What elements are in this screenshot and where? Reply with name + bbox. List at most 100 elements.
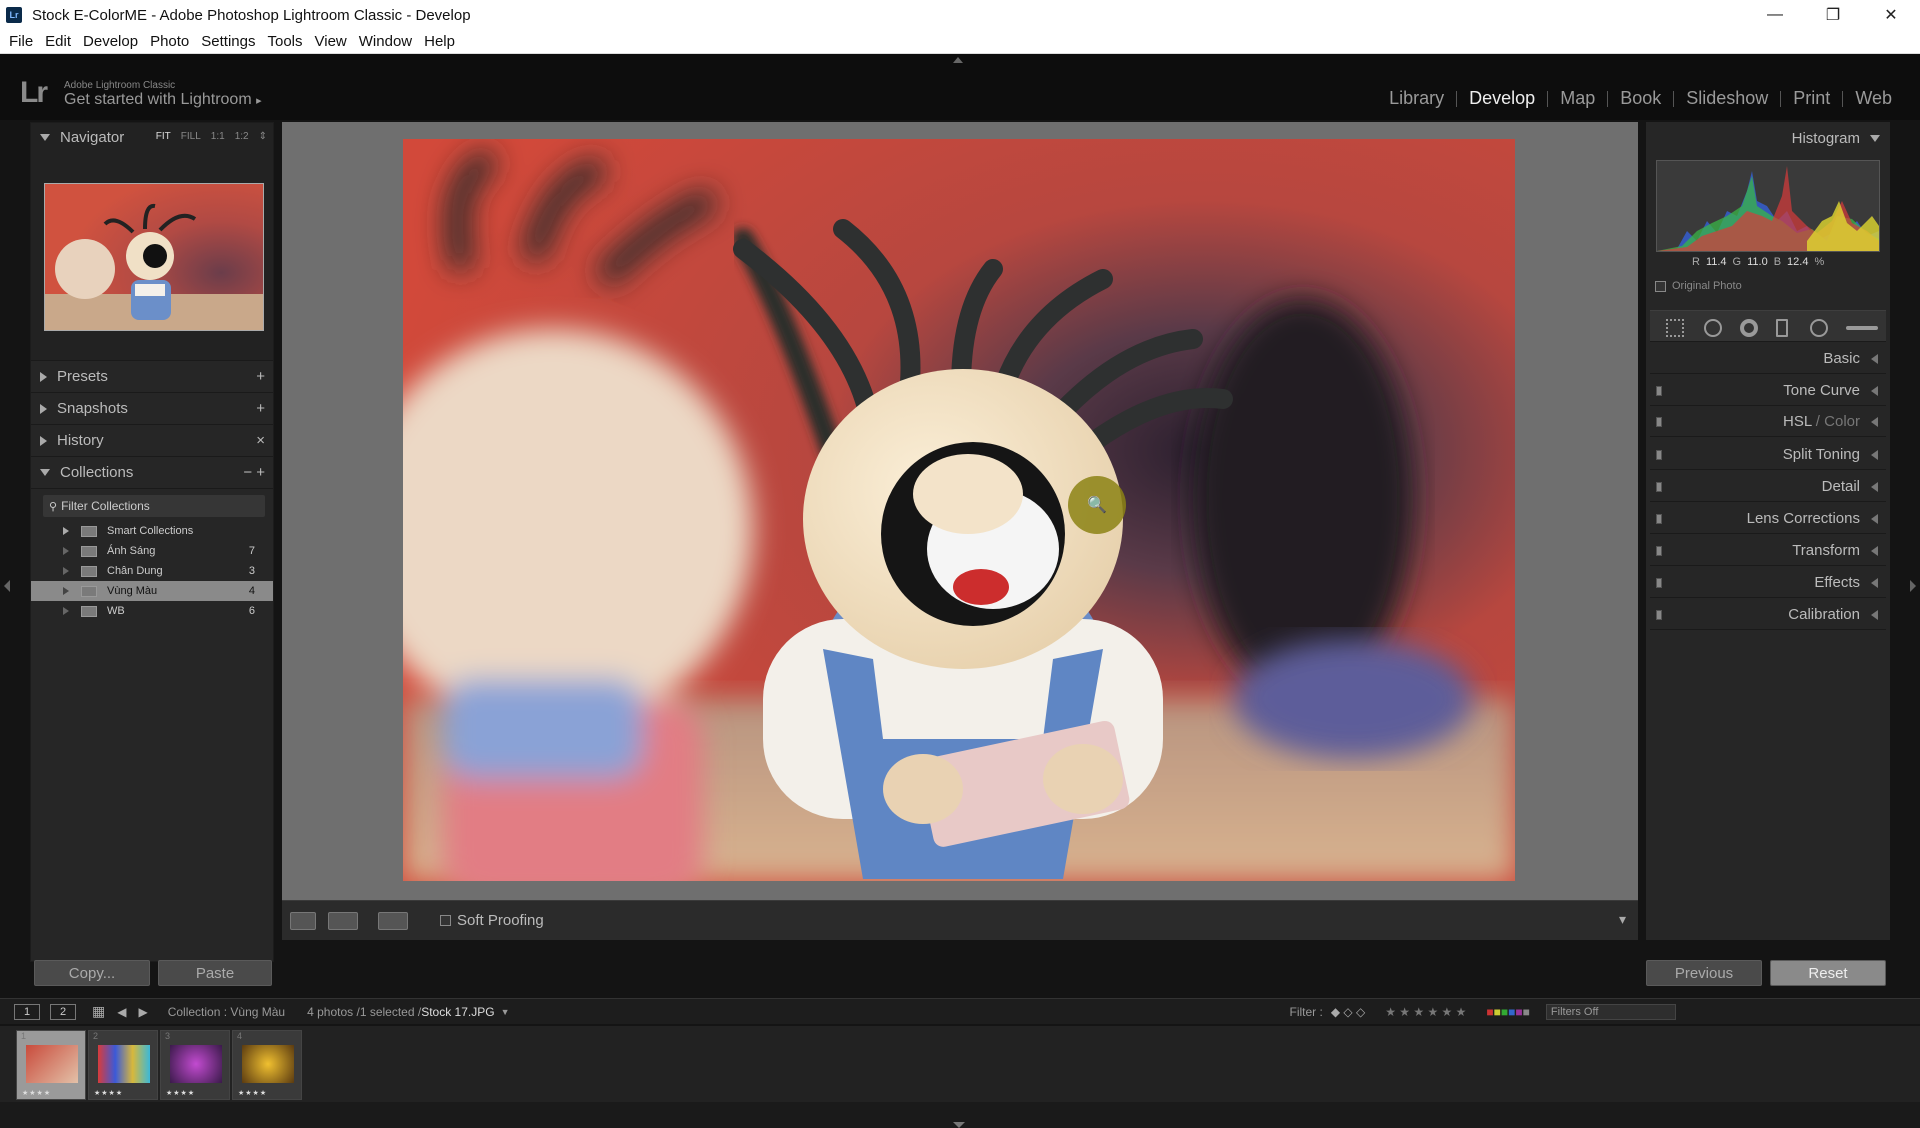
color-label-filter-icon[interactable]: ■■■■■■ bbox=[1486, 1005, 1530, 1019]
minimize-button[interactable]: — bbox=[1746, 0, 1804, 30]
menu-file[interactable]: File bbox=[9, 33, 33, 50]
menu-window[interactable]: Window bbox=[359, 33, 412, 50]
menu-edit[interactable]: Edit bbox=[45, 33, 71, 50]
spot-removal-icon[interactable] bbox=[1704, 319, 1722, 337]
snapshots-header[interactable]: Snapshots + bbox=[31, 393, 273, 425]
flag-filter-icon[interactable]: ◆ ◇ ◇ bbox=[1331, 1005, 1365, 1019]
section-lens-corrections[interactable]: Lens Corrections bbox=[1650, 504, 1886, 534]
section-label[interactable]: HSL bbox=[1783, 413, 1812, 430]
zoom-fit[interactable]: FIT bbox=[156, 131, 171, 142]
radial-filter-icon[interactable] bbox=[1810, 319, 1828, 337]
section-calibration[interactable]: Calibration bbox=[1650, 600, 1886, 630]
navigator-header[interactable]: Navigator FIT FILL 1:1 1:2 ⇕ bbox=[31, 123, 273, 151]
toolbar-menu-chevron-icon[interactable]: ▾ bbox=[1619, 911, 1626, 928]
panel-switch-icon[interactable] bbox=[1656, 450, 1662, 460]
filmstrip-thumb[interactable]: 3 ★★★★ bbox=[160, 1030, 230, 1100]
menu-help[interactable]: Help bbox=[424, 33, 455, 50]
filmstrip-source[interactable]: Collection : Vùng Màu bbox=[168, 1005, 285, 1019]
history-header[interactable]: History × bbox=[31, 425, 273, 457]
module-library[interactable]: Library bbox=[1377, 88, 1456, 109]
menu-develop[interactable]: Develop bbox=[83, 33, 138, 50]
section-label-color[interactable]: / Color bbox=[1812, 413, 1860, 430]
restore-button[interactable]: ❐ bbox=[1804, 0, 1862, 30]
collection-item[interactable]: Ánh Sáng 7 bbox=[31, 541, 273, 561]
zoom-1-1[interactable]: 1:1 bbox=[211, 131, 225, 142]
soft-proofing-checkbox[interactable] bbox=[440, 915, 451, 926]
panel-switch-icon[interactable] bbox=[1656, 610, 1662, 620]
get-started-link[interactable]: Get started with Lightroom ▸ bbox=[64, 91, 262, 109]
collection-item[interactable]: Smart Collections bbox=[31, 521, 273, 541]
module-develop[interactable]: Develop bbox=[1457, 88, 1547, 109]
filmstrip-thumb[interactable]: 4 ★★★★ bbox=[232, 1030, 302, 1100]
panel-switch-icon[interactable] bbox=[1656, 514, 1662, 524]
add-preset-button[interactable]: + bbox=[256, 368, 265, 385]
panel-switch-icon[interactable] bbox=[1656, 578, 1662, 588]
histogram-chart[interactable] bbox=[1656, 160, 1880, 252]
clear-history-button[interactable]: × bbox=[256, 432, 265, 449]
module-print[interactable]: Print bbox=[1781, 88, 1842, 109]
graduated-filter-icon[interactable] bbox=[1776, 319, 1788, 337]
filmstrip-thumb[interactable]: 1 ★★★★ bbox=[16, 1030, 86, 1100]
before-after-yy-icon[interactable] bbox=[378, 912, 408, 930]
grid-view-icon[interactable]: ▦ bbox=[92, 1003, 105, 1020]
menu-view[interactable]: View bbox=[315, 33, 347, 50]
panel-switch-icon[interactable] bbox=[1656, 386, 1662, 396]
menu-photo[interactable]: Photo bbox=[150, 33, 189, 50]
original-photo-toggle[interactable]: Original Photo bbox=[1655, 280, 1742, 292]
zoom-menu-icon[interactable]: ⇕ bbox=[259, 131, 267, 142]
loupe-view[interactable]: 🔍 bbox=[282, 122, 1638, 900]
collection-item[interactable]: WB 6 bbox=[31, 601, 273, 621]
loupe-view-icon[interactable] bbox=[290, 912, 316, 930]
menu-tools[interactable]: Tools bbox=[267, 33, 302, 50]
original-photo-checkbox[interactable] bbox=[1655, 280, 1666, 292]
collection-actions[interactable]: − + bbox=[243, 464, 265, 481]
module-book[interactable]: Book bbox=[1608, 88, 1673, 109]
section-basic[interactable]: Basic bbox=[1650, 344, 1886, 374]
previous-button[interactable]: Previous bbox=[1646, 960, 1762, 986]
before-after-icon[interactable] bbox=[328, 912, 358, 930]
section-hsl-color[interactable]: HSL / Color bbox=[1650, 407, 1886, 437]
menu-settings[interactable]: Settings bbox=[201, 33, 255, 50]
red-eye-icon[interactable] bbox=[1740, 319, 1758, 337]
add-snapshot-button[interactable]: + bbox=[256, 400, 265, 417]
secondary-display-button[interactable]: 2 bbox=[50, 1003, 76, 1020]
section-split-toning[interactable]: Split Toning bbox=[1650, 440, 1886, 470]
panel-switch-icon[interactable] bbox=[1656, 546, 1662, 556]
soft-proofing-toggle[interactable]: Soft Proofing bbox=[440, 912, 544, 929]
section-tone-curve[interactable]: Tone Curve bbox=[1650, 376, 1886, 406]
left-panel-toggle-icon[interactable] bbox=[4, 580, 10, 592]
filter-collections-input[interactable]: ⚲ Filter Collections bbox=[43, 495, 265, 517]
panel-switch-icon[interactable] bbox=[1656, 482, 1662, 492]
section-detail[interactable]: Detail bbox=[1650, 472, 1886, 502]
zoom-fill[interactable]: FILL bbox=[181, 131, 201, 142]
collection-item[interactable]: Chân Dung 3 bbox=[31, 561, 273, 581]
star-filter-icon[interactable]: ★ ★ ★ ★ ★ ★ bbox=[1385, 1005, 1466, 1019]
module-web[interactable]: Web bbox=[1843, 88, 1904, 109]
reset-button[interactable]: Reset bbox=[1770, 960, 1886, 986]
section-effects[interactable]: Effects bbox=[1650, 568, 1886, 598]
paste-settings-button[interactable]: Paste bbox=[158, 960, 272, 986]
filename-chevron-down-icon[interactable]: ▼ bbox=[501, 1007, 510, 1017]
collections-header[interactable]: Collections − + bbox=[31, 457, 273, 489]
crop-overlay-icon[interactable] bbox=[1666, 319, 1684, 337]
back-arrow-icon[interactable]: ◀ bbox=[117, 1005, 126, 1019]
filters-off-select[interactable]: Filters Off bbox=[1545, 1003, 1676, 1020]
panel-switch-icon[interactable] bbox=[1656, 417, 1662, 427]
zoom-1-2[interactable]: 1:2 bbox=[235, 131, 249, 142]
copy-settings-button[interactable]: Copy... bbox=[34, 960, 150, 986]
collapse-bottom-arrow-icon[interactable] bbox=[953, 1122, 965, 1128]
collection-item-selected[interactable]: Vùng Màu 4 bbox=[31, 581, 273, 601]
collapse-top-arrow-icon[interactable] bbox=[953, 57, 963, 63]
histogram-header[interactable]: Histogram bbox=[1646, 122, 1890, 154]
module-map[interactable]: Map bbox=[1548, 88, 1607, 109]
navigator-preview[interactable] bbox=[44, 183, 264, 331]
module-slideshow[interactable]: Slideshow bbox=[1674, 88, 1780, 109]
forward-arrow-icon[interactable]: ▶ bbox=[138, 1005, 147, 1019]
primary-display-button[interactable]: 1 bbox=[14, 1003, 40, 1020]
filmstrip-thumb[interactable]: 2 ★★★★ bbox=[88, 1030, 158, 1100]
adjustment-brush-icon[interactable] bbox=[1846, 326, 1878, 330]
presets-header[interactable]: Presets + bbox=[31, 361, 273, 393]
section-transform[interactable]: Transform bbox=[1650, 536, 1886, 566]
right-panel-toggle-icon[interactable] bbox=[1910, 580, 1916, 592]
main-photo[interactable] bbox=[403, 139, 1515, 881]
